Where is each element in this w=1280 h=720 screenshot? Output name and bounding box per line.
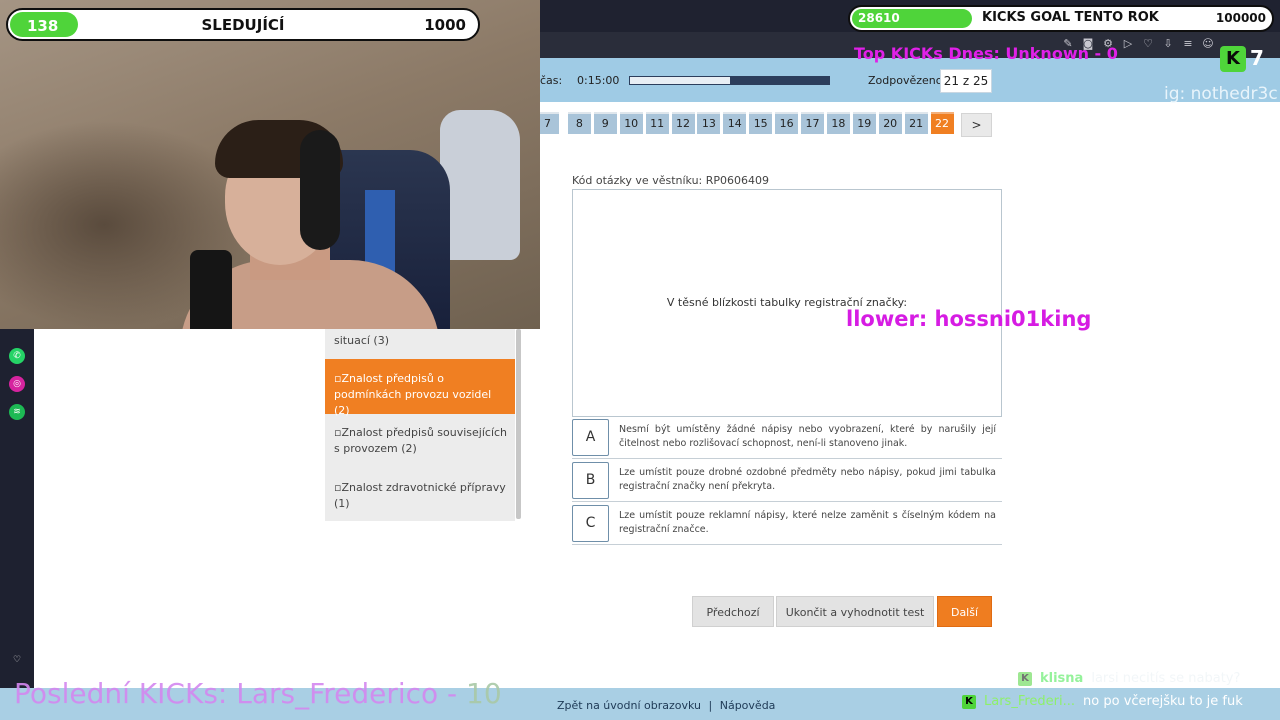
question-nav-button[interactable]: 12 (671, 112, 695, 134)
instagram-handle: ig: nothedr3c (1164, 84, 1278, 104)
question-code: Kód otázky ve věstníku: RP0606409 (572, 174, 770, 187)
whatsapp-icon[interactable]: ✆ (9, 348, 25, 364)
footer-links: Zpět na úvodní obrazovku | Nápověda (557, 699, 779, 712)
help-link[interactable]: Nápověda (720, 699, 776, 712)
kick-badge-icon: K (1018, 671, 1032, 686)
question-nav-button[interactable]: 10 (619, 112, 643, 134)
kick-viewer-count: 7 (1250, 46, 1264, 70)
time-value: 0:15:00 (577, 74, 620, 87)
question-box: V těsné blízkosti tabulky registrační zn… (572, 189, 1002, 417)
last-kicks-prefix: Poslední KICKs: Lars_Frederico - (14, 677, 467, 710)
hanging-clothes (440, 110, 520, 260)
question-nav-button[interactable]: 21 (904, 112, 928, 134)
followers-goal: 1000 (424, 16, 466, 34)
question-nav-button[interactable]: 11 (645, 112, 669, 134)
chat-text: no po včerejšku to je fuk (1083, 694, 1243, 709)
followers-goal-bar: 138 SLEDUJÍCÍ 1000 (6, 8, 480, 41)
heart-icon[interactable]: ♡ (1140, 36, 1156, 52)
instagram-icon[interactable]: ◎ (9, 376, 25, 392)
time-progress-bar (629, 76, 830, 85)
kicks-goal: 100000 (1215, 11, 1266, 25)
question-nav-button[interactable]: 14 (723, 112, 747, 134)
next-button[interactable]: Další (937, 596, 992, 627)
finish-test-button[interactable]: Ukončit a vyhodnotit test (776, 596, 934, 627)
question-nav-button[interactable]: 17 (801, 112, 824, 134)
answer-text: Nesmí být umístěny žádné nápisy nebo vyo… (619, 424, 996, 449)
last-kicks-value: 10 (466, 677, 502, 710)
question-nav-button[interactable]: 8 (567, 112, 591, 134)
answer-row-b[interactable]: B Lze umístit pouze drobné ozdobné předm… (572, 460, 1002, 502)
category-item[interactable]: situací (3) (325, 333, 515, 349)
answer-text: Lze umístit pouze drobné ozdobné předmět… (619, 467, 996, 492)
top-kicks-today: Top KICKs Dnes: Unknown - 0 (854, 44, 1118, 63)
answer-letter-button[interactable]: B (572, 462, 609, 499)
kicks-label: KICKS GOAL TENTO ROK (982, 10, 1159, 25)
category-panel: situací (3) ▫Znalost předpisů o podmínká… (325, 329, 515, 521)
question-nav-button[interactable]: 20 (878, 112, 902, 134)
answered-label: Zodpovězeno (868, 74, 943, 87)
question-nav-button[interactable]: 9 (593, 112, 617, 134)
menu-icon[interactable]: ≡ (1180, 36, 1196, 52)
kicks-count: 28610 (858, 11, 900, 25)
chat-username: Lars_Frederi... (984, 694, 1076, 709)
kick-logo-icon: K (1220, 46, 1246, 72)
follower-alert: llower: hossni01king (846, 307, 1092, 331)
chat-message: Kklisna larsi necitís se nabaty? (1018, 671, 1240, 686)
spotify-icon[interactable]: ≋ (9, 404, 25, 420)
category-scrollbar[interactable] (516, 329, 521, 519)
last-kicks-ticker: Poslední KICKs: Lars_Frederico - 10 (14, 677, 502, 710)
microphone (190, 250, 232, 329)
answer-letter-button[interactable]: C (572, 505, 609, 542)
play-icon[interactable]: ▷ (1120, 36, 1136, 52)
profile-icon[interactable]: ☺ (1200, 36, 1216, 52)
back-to-home-link[interactable]: Zpět na úvodní obrazovku (557, 699, 701, 712)
answer-row-a[interactable]: A Nesmí být umístěny žádné nápisy nebo v… (572, 417, 1002, 459)
webcam-video (0, 0, 540, 329)
chat-username: klisna (1040, 671, 1084, 686)
category-item[interactable]: ▫Znalost zdravotnické přípravy (1) (325, 480, 515, 512)
question-nav-button[interactable]: 18 (826, 112, 850, 134)
question-nav-button[interactable]: 22 (930, 112, 954, 134)
question-nav-next-button[interactable]: > (961, 113, 992, 137)
category-item-active[interactable]: ▫Znalost předpisů o podmínkách provozu v… (325, 359, 515, 417)
question-nav-button[interactable]: 15 (749, 112, 773, 134)
time-label: čas: (540, 74, 563, 87)
followers-label: SLEDUJÍCÍ (201, 16, 285, 34)
answered-count: 21 z 25 (940, 69, 992, 93)
question-nav-button[interactable]: 13 (697, 112, 721, 134)
download-icon[interactable]: ⇩ (1160, 36, 1176, 52)
time-progress-fill (630, 77, 730, 84)
answer-letter-button[interactable]: A (572, 419, 609, 456)
answer-text: Lze umístit pouze reklamní nápisy, které… (619, 510, 996, 535)
question-nav-button[interactable]: 19 (852, 112, 876, 134)
question-navigation: 7 8 9 10 11 12 13 14 15 16 17 18 19 20 21 22 (536, 108, 1010, 138)
heart-icon[interactable]: ♡ (9, 652, 25, 668)
previous-button[interactable]: Předchozí (692, 596, 774, 627)
chat-text: larsi necitís se nabaty? (1091, 671, 1241, 686)
headset (300, 130, 340, 250)
category-item[interactable]: ▫Znalost předpisů souvisejících s provoz… (325, 425, 515, 457)
kick-badge-icon: K (962, 694, 976, 709)
question-nav-button[interactable]: 16 (775, 112, 799, 134)
footer-separator: | (708, 699, 713, 712)
chat-message: K Lars_Frederi... no po včerejšku to je fu… (962, 694, 1243, 709)
answer-row-c[interactable]: C Lze umístit pouze reklamní nápisy, kte… (572, 503, 1002, 545)
kicks-goal-bar: 28610 KICKS GOAL TENTO ROK 100000 (848, 5, 1274, 32)
